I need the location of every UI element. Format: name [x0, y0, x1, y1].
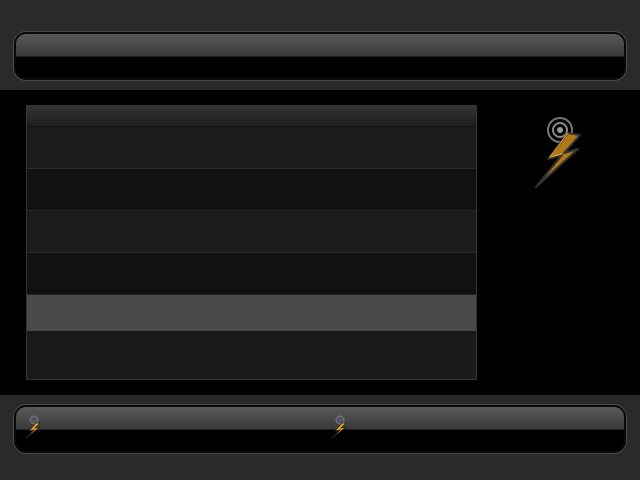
list-item[interactable]	[27, 127, 476, 169]
radio-tower-lightning-icon	[330, 415, 347, 440]
list-item[interactable]	[27, 211, 476, 253]
list-item[interactable]	[27, 253, 476, 295]
list-header	[27, 106, 476, 127]
status-slot-left	[22, 414, 282, 442]
radio-tower-lightning-icon	[24, 415, 41, 440]
list-item-selected[interactable]	[27, 295, 476, 331]
list-item[interactable]	[27, 169, 476, 211]
title-bar-gloss	[16, 34, 624, 57]
status-slot-right	[328, 414, 588, 442]
radio-tower-lightning-icon	[535, 117, 581, 188]
item-list[interactable]	[26, 105, 477, 380]
title-bar	[14, 32, 626, 80]
